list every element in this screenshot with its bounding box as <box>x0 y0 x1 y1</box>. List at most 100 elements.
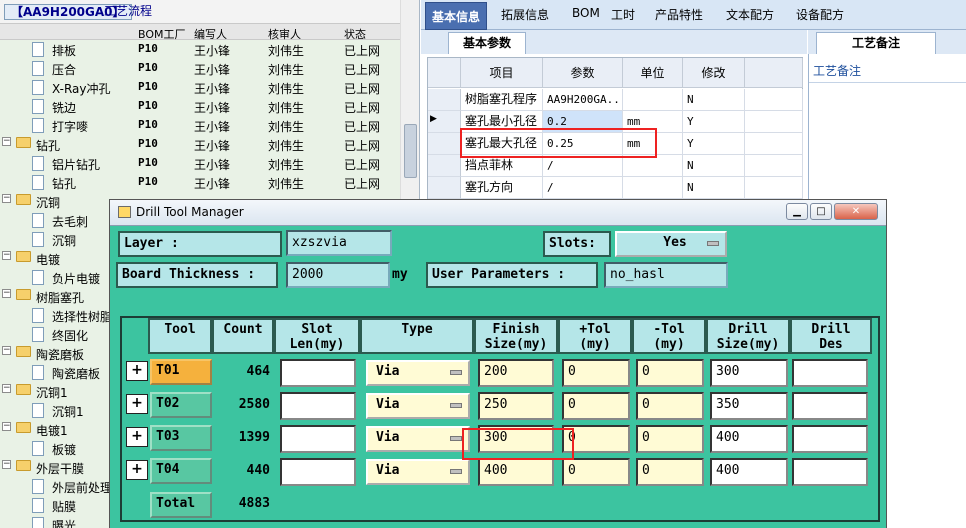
grid-cell-empty[interactable] <box>745 89 803 111</box>
grid-cell-modify[interactable]: N <box>683 89 745 111</box>
finish-size-input[interactable]: 400 <box>478 458 554 486</box>
tab-process-notes[interactable]: 工艺备注 <box>816 32 936 54</box>
grid-cell-unit[interactable] <box>623 177 683 199</box>
tab-basic-info[interactable]: 基本信息 <box>425 2 488 30</box>
drill-size-input[interactable]: 300 <box>710 359 788 387</box>
collapse-icon[interactable]: − <box>2 346 11 355</box>
grid-cell-value[interactable]: / <box>543 177 623 199</box>
add-row-button[interactable]: + <box>126 361 148 381</box>
tree-item-row[interactable]: X-Ray冲孔 P10 王小锋 刘伟生 已上网 <box>0 78 419 97</box>
grid-cell-modify[interactable]: N <box>683 177 745 199</box>
add-row-button[interactable]: + <box>126 427 148 447</box>
grid-cell-empty[interactable] <box>745 177 803 199</box>
grid-cell-empty[interactable] <box>745 155 803 177</box>
tree-item-row[interactable]: 打字嘜 P10 王小锋 刘伟生 已上网 <box>0 116 419 135</box>
grid-row-header[interactable] <box>428 133 461 155</box>
tab-equipment-recipe[interactable]: 设备配方 <box>796 6 844 23</box>
drill-size-input[interactable]: 350 <box>710 392 788 420</box>
grid-header-item[interactable]: 项目 <box>461 58 543 88</box>
slot-length-input[interactable] <box>280 458 356 486</box>
type-dropdown[interactable]: Via <box>366 459 470 485</box>
collapse-icon[interactable]: − <box>2 289 11 298</box>
tree-item-row[interactable]: 排板 P10 王小锋 刘伟生 已上网 <box>0 40 419 59</box>
grid-row-header[interactable]: ▶ <box>428 111 461 133</box>
drill-des-input[interactable] <box>792 425 868 453</box>
drill-des-input[interactable] <box>792 458 868 486</box>
header-minus-tol: -Tol (my) <box>632 318 706 354</box>
grid-header-modify[interactable]: 修改 <box>683 58 745 88</box>
grid-cell-empty[interactable] <box>745 133 803 155</box>
grid-row-header[interactable] <box>428 89 461 111</box>
grid-cell-item[interactable]: 树脂塞孔程序 <box>461 89 543 111</box>
grid-row-header[interactable] <box>428 155 461 177</box>
tab-extended-info[interactable]: 拓展信息 <box>501 6 549 23</box>
grid-cell-modify[interactable]: Y <box>683 133 745 155</box>
tree-item-row[interactable]: 钻孔 P10 王小锋 刘伟生 已上网 <box>0 173 419 192</box>
add-row-button[interactable]: + <box>126 460 148 480</box>
minus-tol-input[interactable]: 0 <box>636 425 704 453</box>
grid-cell-value[interactable]: AA9H200GA... <box>543 89 623 111</box>
tool-button[interactable]: T02 <box>150 392 212 418</box>
close-button[interactable]: ✕ <box>834 203 878 220</box>
slot-length-input[interactable] <box>280 392 356 420</box>
slot-length-input[interactable] <box>280 359 356 387</box>
board-thickness-value[interactable]: 2000 <box>286 262 390 288</box>
type-dropdown[interactable]: Via <box>366 360 470 386</box>
user-params-value[interactable]: no_hasl <box>604 262 728 288</box>
finish-size-input[interactable]: 250 <box>478 392 554 420</box>
minus-tol-input[interactable]: 0 <box>636 458 704 486</box>
tool-button[interactable]: T03 <box>150 425 212 451</box>
tab-work-hours[interactable]: 工时 <box>611 6 635 23</box>
drill-size-input[interactable]: 400 <box>710 425 788 453</box>
reviewer-cell: 刘伟生 <box>268 63 305 77</box>
tool-button[interactable]: T04 <box>150 458 212 484</box>
type-dropdown[interactable]: Via <box>366 426 470 452</box>
collapse-icon[interactable]: − <box>2 251 11 260</box>
tab-basic-params[interactable]: 基本参数 <box>448 32 526 54</box>
maximize-button[interactable]: □ <box>810 203 832 220</box>
plus-tol-input[interactable]: 0 <box>562 359 630 387</box>
tab-text-recipe[interactable]: 文本配方 <box>726 6 774 23</box>
minimize-button[interactable]: ▁ <box>786 203 808 220</box>
grid-cell-item[interactable]: 塞孔方向 <box>461 177 543 199</box>
drill-size-input[interactable]: 400 <box>710 458 788 486</box>
grid-cell-modify[interactable]: Y <box>683 111 745 133</box>
collapse-icon[interactable]: − <box>2 422 11 431</box>
tree-item-row[interactable]: 压合 P10 王小锋 刘伟生 已上网 <box>0 59 419 78</box>
tool-button[interactable]: T01 <box>150 359 212 385</box>
type-dropdown[interactable]: Via <box>366 393 470 419</box>
grid-row-header[interactable] <box>428 177 461 199</box>
tree-item-row[interactable]: 铣边 P10 王小锋 刘伟生 已上网 <box>0 97 419 116</box>
minus-tol-input[interactable]: 0 <box>636 359 704 387</box>
tree-scroll-thumb[interactable] <box>404 124 417 178</box>
grid-header-unit[interactable]: 单位 <box>623 58 683 88</box>
tree-item-row[interactable]: 铝片钻孔 P10 王小锋 刘伟生 已上网 <box>0 154 419 173</box>
slots-dropdown[interactable]: Yes <box>615 231 727 257</box>
tree-folder-row[interactable]: − 钻孔 P10 王小锋 刘伟生 已上网 <box>0 135 419 154</box>
grid-cell-value[interactable]: / <box>543 155 623 177</box>
grid-cell-unit[interactable] <box>623 89 683 111</box>
layer-value[interactable]: xzszvia <box>286 230 392 256</box>
plus-tol-input[interactable]: 0 <box>562 392 630 420</box>
status-cell: 已上网 <box>344 158 381 172</box>
minus-tol-input[interactable]: 0 <box>636 392 704 420</box>
finish-size-input[interactable]: 200 <box>478 359 554 387</box>
grid-cell-modify[interactable]: N <box>683 155 745 177</box>
collapse-icon[interactable]: − <box>2 194 11 203</box>
add-row-button[interactable]: + <box>126 394 148 414</box>
grid-cell-empty[interactable] <box>745 111 803 133</box>
slot-length-input[interactable] <box>280 425 356 453</box>
collapse-icon[interactable]: − <box>2 460 11 469</box>
plus-tol-input[interactable]: 0 <box>562 458 630 486</box>
collapse-icon[interactable]: − <box>2 384 11 393</box>
dialog-title-bar[interactable]: Drill Tool Manager ▁ □ ✕ <box>110 200 886 226</box>
tab-product-features[interactable]: 产品特性 <box>655 6 703 23</box>
drill-des-input[interactable] <box>792 359 868 387</box>
grid-cell-unit[interactable] <box>623 155 683 177</box>
drill-des-input[interactable] <box>792 392 868 420</box>
total-button[interactable]: Total <box>150 492 212 518</box>
grid-cell-item[interactable]: 挡点菲林 <box>461 155 543 177</box>
grid-header-value[interactable]: 参数 <box>543 58 623 88</box>
tab-bom[interactable]: BOM <box>572 6 600 20</box>
collapse-icon[interactable]: − <box>2 137 11 146</box>
